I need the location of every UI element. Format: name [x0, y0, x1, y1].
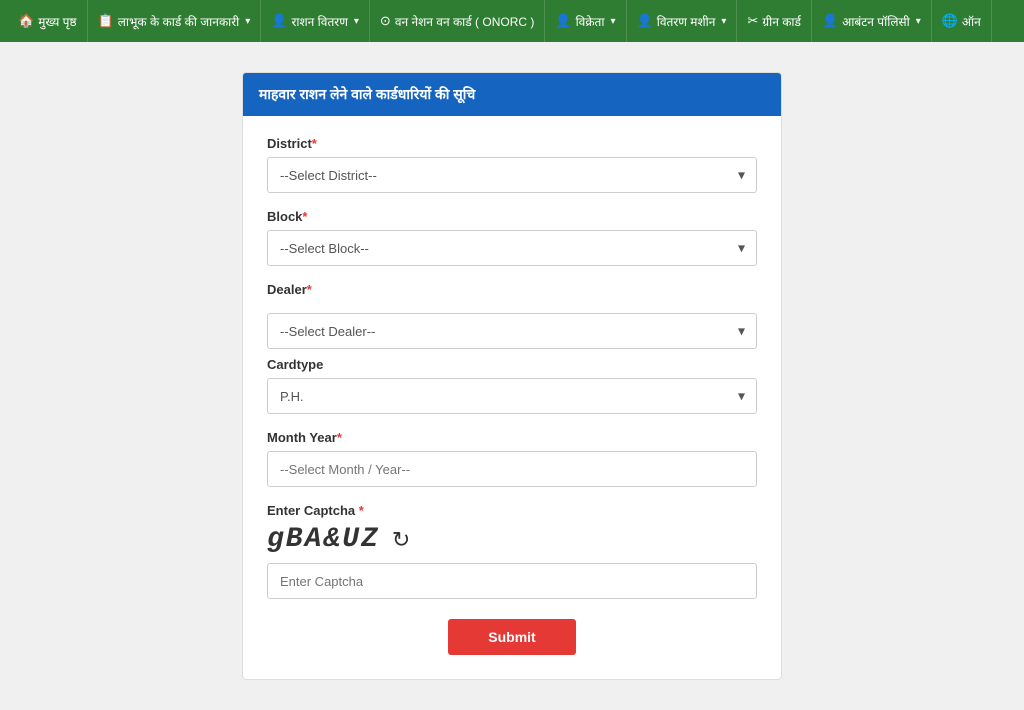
machine-icon: 👤: [637, 13, 653, 29]
nav-ration-dist[interactable]: 👤 राशन वितरण ▾: [261, 0, 370, 42]
nav-home[interactable]: 🏠 मुख्य पृष्ठ: [8, 0, 88, 42]
form-body: District* --Select District-- Block* --S…: [243, 116, 781, 679]
chevron-down-icon-3: ▾: [611, 16, 616, 27]
dealer-select[interactable]: --Select Dealer--: [267, 313, 757, 349]
green-card-icon: ✂: [747, 13, 758, 29]
block-select[interactable]: --Select Block--: [267, 230, 757, 266]
main-content: माहवार राशन लेने वाले कार्डधारियों की सू…: [0, 42, 1024, 710]
captcha-input[interactable]: [267, 563, 757, 599]
nav-ration-label: राशन वितरण: [292, 13, 348, 30]
chevron-down-icon-2: ▾: [354, 16, 359, 27]
chevron-down-icon: ▾: [245, 16, 250, 27]
nav-onorc-label: वन नेशन वन कार्ड ( ONORC ): [395, 13, 535, 30]
block-label: Block*: [267, 209, 757, 224]
monthyear-group: Month Year*: [267, 430, 757, 487]
nav-card-label: लाभूक के कार्ड की जानकारी: [118, 13, 240, 30]
navbar: 🏠 मुख्य पृष्ठ 📋 लाभूक के कार्ड की जानकार…: [0, 0, 1024, 42]
form-header: माहवार राशन लेने वाले कार्डधारियों की सू…: [243, 73, 781, 116]
district-label: District*: [267, 136, 757, 151]
onorc-icon: ⊙: [380, 13, 391, 29]
card-icon: 📋: [98, 13, 114, 29]
nav-online-label: ऑन: [962, 13, 981, 30]
vendor-icon: 👤: [555, 13, 571, 29]
block-group: Block* --Select Block--: [267, 209, 757, 266]
nav-online[interactable]: 🌐 ऑन: [932, 0, 992, 42]
submit-wrapper: Submit: [267, 619, 757, 655]
submit-button[interactable]: Submit: [448, 619, 575, 655]
captcha-refresh-icon[interactable]: ↻: [392, 527, 410, 553]
nav-green-label: ग्रीन कार्ड: [762, 13, 801, 30]
nav-vendor[interactable]: 👤 विक्रेता ▾: [545, 0, 626, 42]
captcha-section: Enter Captcha * gBA&UZ ↻: [267, 503, 757, 599]
cardtype-select-wrapper: P.H.: [267, 378, 757, 414]
dealer-group: Dealer* --Select Dealer--: [267, 282, 757, 349]
nav-policy[interactable]: 👤 आबंटन पॉलिसी ▾: [812, 0, 932, 42]
home-icon: 🏠: [18, 13, 34, 29]
dealer-select-wrapper: --Select Dealer--: [267, 313, 757, 349]
captcha-required: *: [355, 503, 364, 518]
district-select-wrapper: --Select District--: [267, 157, 757, 193]
chevron-down-icon-4: ▾: [721, 16, 726, 27]
district-group: District* --Select District--: [267, 136, 757, 193]
ration-icon: 👤: [271, 13, 287, 29]
nav-machine-label: वितरण मशीन: [657, 13, 716, 30]
cardtype-select[interactable]: P.H.: [267, 378, 757, 414]
district-required: *: [312, 136, 317, 151]
captcha-text: gBA&UZ: [267, 524, 380, 555]
policy-icon: 👤: [822, 13, 838, 29]
monthyear-input[interactable]: [267, 451, 757, 487]
form-card: माहवार राशन लेने वाले कार्डधारियों की सू…: [242, 72, 782, 680]
nav-policy-label: आबंटन पॉलिसी: [842, 13, 910, 30]
cardtype-group: Cardtype P.H.: [267, 357, 757, 414]
online-icon: 🌐: [942, 13, 958, 29]
cardtype-label: Cardtype: [267, 357, 757, 372]
nav-green-card[interactable]: ✂ ग्रीन कार्ड: [737, 0, 812, 42]
monthyear-label: Month Year*: [267, 430, 757, 445]
nav-vendor-label: विक्रेता: [576, 13, 605, 30]
nav-machine[interactable]: 👤 वितरण मशीन ▾: [627, 0, 738, 42]
nav-onorc[interactable]: ⊙ वन नेशन वन कार्ड ( ONORC ): [370, 0, 545, 42]
chevron-down-icon-5: ▾: [916, 16, 921, 27]
nav-home-label: मुख्य पृष्ठ: [38, 13, 76, 30]
block-required: *: [302, 209, 307, 224]
nav-card-info[interactable]: 📋 लाभूक के कार्ड की जानकारी ▾: [88, 0, 262, 42]
dealer-label: Dealer*: [267, 282, 757, 297]
monthyear-required: *: [337, 430, 342, 445]
dealer-required: *: [307, 282, 312, 297]
block-select-wrapper: --Select Block--: [267, 230, 757, 266]
captcha-label: Enter Captcha *: [267, 503, 757, 518]
form-title: माहवार राशन लेने वाले कार्डधारियों की सू…: [259, 86, 475, 102]
captcha-display: gBA&UZ ↻: [267, 524, 757, 555]
district-select[interactable]: --Select District--: [267, 157, 757, 193]
